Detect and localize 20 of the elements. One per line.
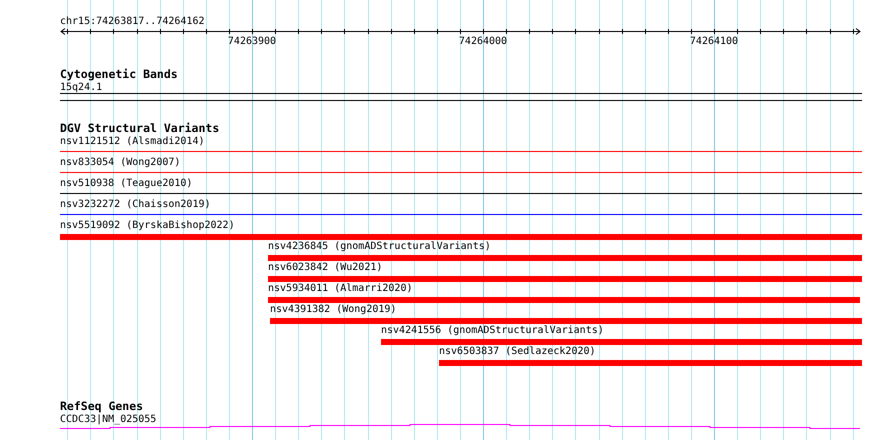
variant-label: nsv833054 (Wong2007) <box>60 157 180 168</box>
tick-label: 74264100 <box>690 36 738 47</box>
variant-label: nsv1121512 (Alsmadi2014) <box>60 136 204 147</box>
band-label: 15q24.1 <box>60 82 102 93</box>
variant-label: nsv510938 (Teague2010) <box>60 178 192 189</box>
variant-label: nsv3232272 (Chaisson2019) <box>60 199 211 210</box>
track-title: DGV Structural Variants <box>60 121 220 135</box>
track-title: RefSeq Genes <box>60 399 144 413</box>
variant-label: nsv5519092 (ByrskaBishop2022) <box>60 220 235 231</box>
variant-label: nsv6503837 (Sedlazeck2020) <box>439 346 596 357</box>
gene-label: CCDC33|NM_025055 <box>60 414 156 425</box>
variant-label: nsv4236845 (gnomADStructuralVariants) <box>268 241 491 252</box>
track-title: Cytogenetic Bands <box>60 67 178 81</box>
variant-label: nsv4241556 (gnomADStructuralVariants) <box>381 325 604 336</box>
variant-label: nsv4391382 (Wong2019) <box>270 304 396 315</box>
tick-label: 74264000 <box>458 36 508 47</box>
tick-label: 74263900 <box>228 36 276 47</box>
region-label: chr15:74263817..74264162 <box>60 16 204 27</box>
variant-label: nsv6023842 (Wu2021) <box>268 262 382 273</box>
variant-label: nsv5934011 (Almarri2020) <box>268 283 412 294</box>
